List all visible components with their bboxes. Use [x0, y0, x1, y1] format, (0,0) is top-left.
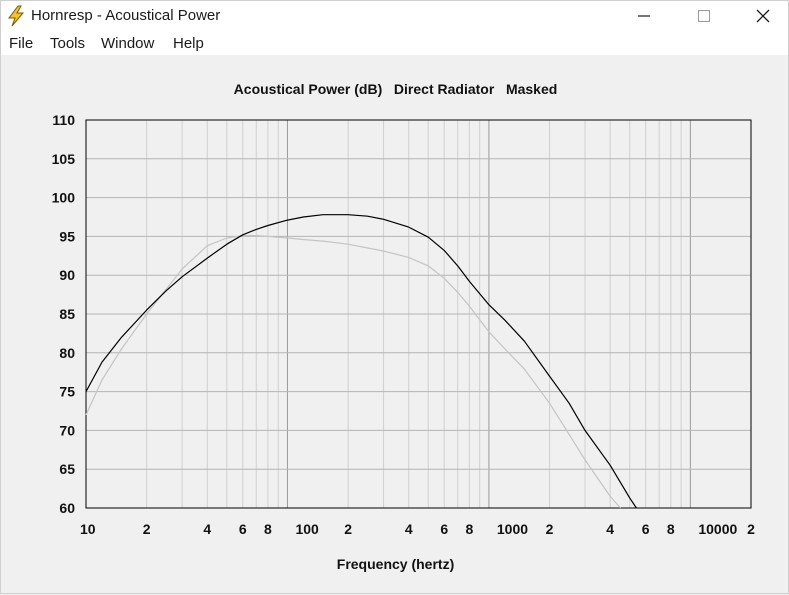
x-tick-label: 10000: [698, 521, 737, 537]
series-line-2: [85, 235, 621, 509]
acoustical-power-chart: 6065707580859095100105110 10 2 4 6 8 100 2 4 6 8 1…: [52, 112, 755, 537]
y-tick-label: 70: [59, 422, 75, 438]
y-tick-label: 105: [52, 151, 76, 167]
x-tick-label: 8: [264, 521, 272, 537]
y-tick-label: 95: [59, 228, 75, 244]
x-tick-labels: 10 2 4 6 8 100 2 4 6 8 1000 2 4 6 8 10000 2: [80, 521, 755, 537]
x-tick-label: 6: [239, 521, 247, 537]
y-tick-label: 100: [52, 190, 76, 206]
x-tick-label: 2: [747, 521, 755, 537]
x-tick-label: 1000: [497, 521, 528, 537]
y-tick-label: 65: [59, 461, 75, 477]
x-tick-label: 6: [642, 521, 650, 537]
y-tick-label: 85: [59, 306, 75, 322]
y-tick-label: 75: [59, 384, 75, 400]
y-tick-label: 110: [52, 112, 75, 128]
x-tick-label: 2: [143, 521, 151, 537]
x-tick-label: 4: [606, 521, 614, 537]
y-tick-label: 80: [59, 345, 75, 361]
x-tick-label: 8: [667, 521, 675, 537]
y-tick-label: 60: [59, 500, 75, 516]
x-tick-label: 2: [344, 521, 352, 537]
x-tick-label: 8: [465, 521, 473, 537]
x-tick-label: 4: [203, 521, 211, 537]
x-tick-label: 10: [80, 521, 96, 537]
grid-lines: [86, 120, 751, 508]
x-tick-label: 4: [405, 521, 413, 537]
x-axis-label: Frequency (hertz): [336, 556, 455, 572]
series-line-1: [85, 214, 637, 509]
series-lines: [85, 214, 637, 509]
y-tick-labels: 60 65 70 75 80 85 90 95 100 105 110: [52, 112, 76, 516]
y-tick-label: 90: [59, 267, 75, 283]
app-window: Hornresp - Acoustical Power File Tools W…: [0, 0, 789, 594]
x-tick-label: 2: [546, 521, 554, 537]
x-tick-label: 6: [440, 521, 448, 537]
x-tick-label: 100: [295, 521, 319, 537]
